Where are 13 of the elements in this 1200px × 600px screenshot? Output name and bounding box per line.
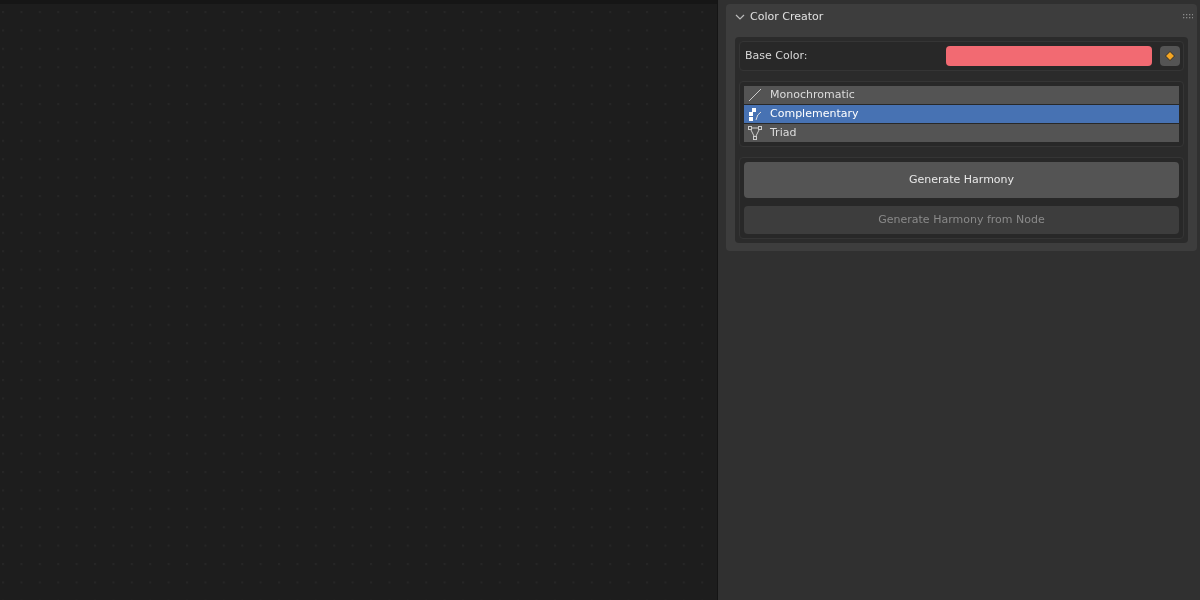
drag-handle-icon[interactable] xyxy=(1183,14,1193,20)
diamond-icon xyxy=(1165,51,1175,61)
color-swatch[interactable] xyxy=(946,46,1152,66)
line-icon xyxy=(748,88,762,102)
panel-title: Color Creator xyxy=(750,8,824,25)
squares-icon xyxy=(748,107,762,121)
harmony-list-item[interactable]: Triad xyxy=(744,124,1179,142)
harmony-list-item[interactable]: Complementary xyxy=(744,105,1179,123)
base-color-label: Base Color: xyxy=(745,47,808,64)
triangle-icon xyxy=(748,126,762,140)
keyframe-button[interactable] xyxy=(1160,46,1180,66)
generate-button[interactable]: Generate Harmony xyxy=(744,162,1179,198)
harmony-list-item[interactable]: Monochromatic xyxy=(744,86,1179,104)
